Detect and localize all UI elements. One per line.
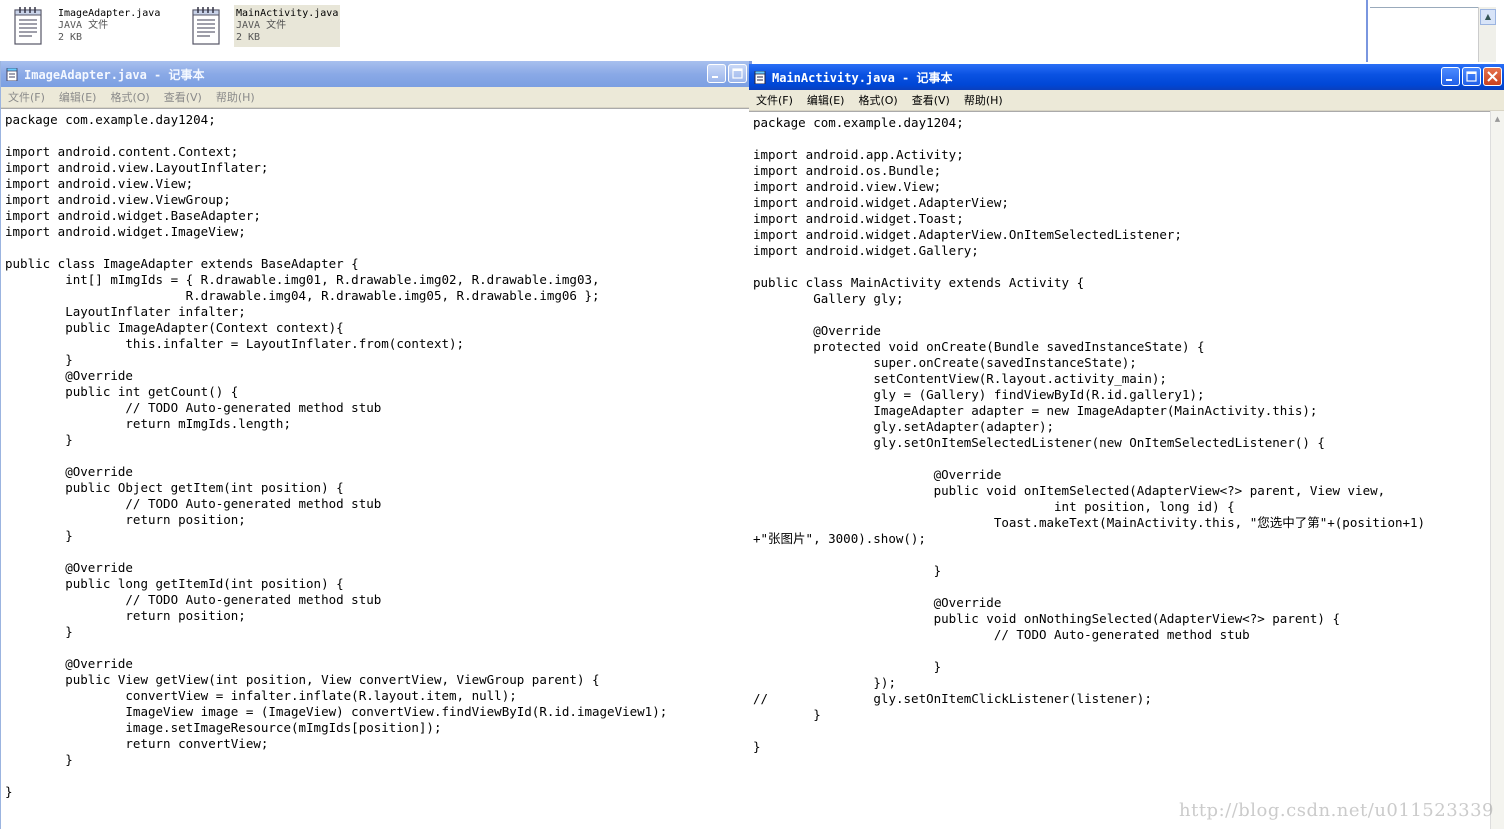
background-window-content — [1370, 7, 1478, 62]
menu-format[interactable]: 格式(O) — [858, 92, 897, 108]
file-name: MainActivity.java — [236, 8, 339, 19]
file-size: 2 KB — [58, 32, 83, 43]
maximize-button[interactable] — [728, 64, 747, 83]
file-item-imageadapter[interactable]: ImageAdapter.java JAVA 文件 2 KB — [12, 5, 162, 47]
scrollbar[interactable]: ▲ — [1478, 7, 1496, 62]
notepad-window-imageadapter[interactable]: ImageAdapter.java - 记事本 文件(F) 编辑(E) 格式(O… — [0, 61, 752, 829]
file-meta: MainActivity.java JAVA 文件 2 KB — [234, 5, 341, 47]
close-button[interactable] — [1483, 67, 1502, 86]
minimize-icon — [712, 76, 718, 78]
text-editor-area[interactable]: package com.example.day1204; import andr… — [749, 111, 1504, 829]
text-editor-area[interactable]: package com.example.day1204; import andr… — [1, 108, 749, 829]
menu-format[interactable]: 格式(O) — [110, 89, 149, 105]
maximize-button[interactable] — [1462, 67, 1481, 86]
menu-edit[interactable]: 编辑(E) — [59, 89, 97, 105]
file-type: JAVA 文件 — [236, 20, 287, 31]
file-name: ImageAdapter.java — [58, 8, 161, 19]
notepad-window-mainactivity[interactable]: MainActivity.java - 记事本 文件(F) 编辑(E) 格式(O… — [749, 64, 1504, 829]
minimize-button[interactable] — [1441, 67, 1460, 86]
window-controls — [707, 64, 747, 83]
notepad-file-icon — [190, 5, 224, 47]
window-titlebar[interactable]: MainActivity.java - 记事本 — [749, 64, 1504, 90]
window-title: MainActivity.java - 记事本 — [772, 70, 953, 85]
notepad-app-icon — [6, 67, 18, 81]
menu-file[interactable]: 文件(F) — [8, 89, 45, 105]
menu-file[interactable]: 文件(F) — [756, 92, 793, 108]
vertical-scrollbar[interactable]: ▲ — [1490, 111, 1504, 829]
menu-view[interactable]: 查看(V) — [164, 89, 202, 105]
file-item-mainactivity[interactable]: MainActivity.java JAVA 文件 2 KB — [190, 5, 341, 47]
menu-view[interactable]: 查看(V) — [912, 92, 950, 108]
watermark-url: http://blog.csdn.net/u011523339 — [1179, 800, 1494, 821]
explorer-file-list: ImageAdapter.java JAVA 文件 2 KB MainActiv… — [0, 0, 1366, 58]
scroll-up-arrow-icon[interactable]: ▲ — [1480, 9, 1496, 25]
code-text[interactable]: package com.example.day1204; import andr… — [1, 109, 749, 800]
menu-bar: 文件(F) 编辑(E) 格式(O) 查看(V) 帮助(H) — [749, 90, 1504, 111]
menu-help[interactable]: 帮助(H) — [216, 89, 255, 105]
menu-edit[interactable]: 编辑(E) — [807, 92, 845, 108]
code-text[interactable]: package com.example.day1204; import andr… — [749, 112, 1504, 755]
notepad-app-icon — [754, 70, 766, 84]
file-meta: ImageAdapter.java JAVA 文件 2 KB — [56, 5, 162, 47]
close-icon — [1487, 71, 1498, 82]
menu-help[interactable]: 帮助(H) — [964, 92, 1003, 108]
window-title: ImageAdapter.java - 记事本 — [24, 67, 205, 82]
menu-bar: 文件(F) 编辑(E) 格式(O) 查看(V) 帮助(H) — [1, 87, 749, 108]
background-window-fragment: ▲ — [1366, 0, 1504, 62]
file-type: JAVA 文件 — [58, 20, 109, 31]
maximize-icon — [1466, 71, 1477, 82]
minimize-icon — [1446, 79, 1452, 81]
notepad-file-icon — [12, 5, 46, 47]
file-size: 2 KB — [236, 32, 261, 43]
scroll-up-arrow-icon[interactable]: ▲ — [1492, 113, 1503, 125]
window-controls — [1441, 67, 1502, 86]
maximize-icon — [732, 68, 743, 79]
window-titlebar[interactable]: ImageAdapter.java - 记事本 — [1, 61, 749, 87]
minimize-button[interactable] — [707, 64, 726, 83]
